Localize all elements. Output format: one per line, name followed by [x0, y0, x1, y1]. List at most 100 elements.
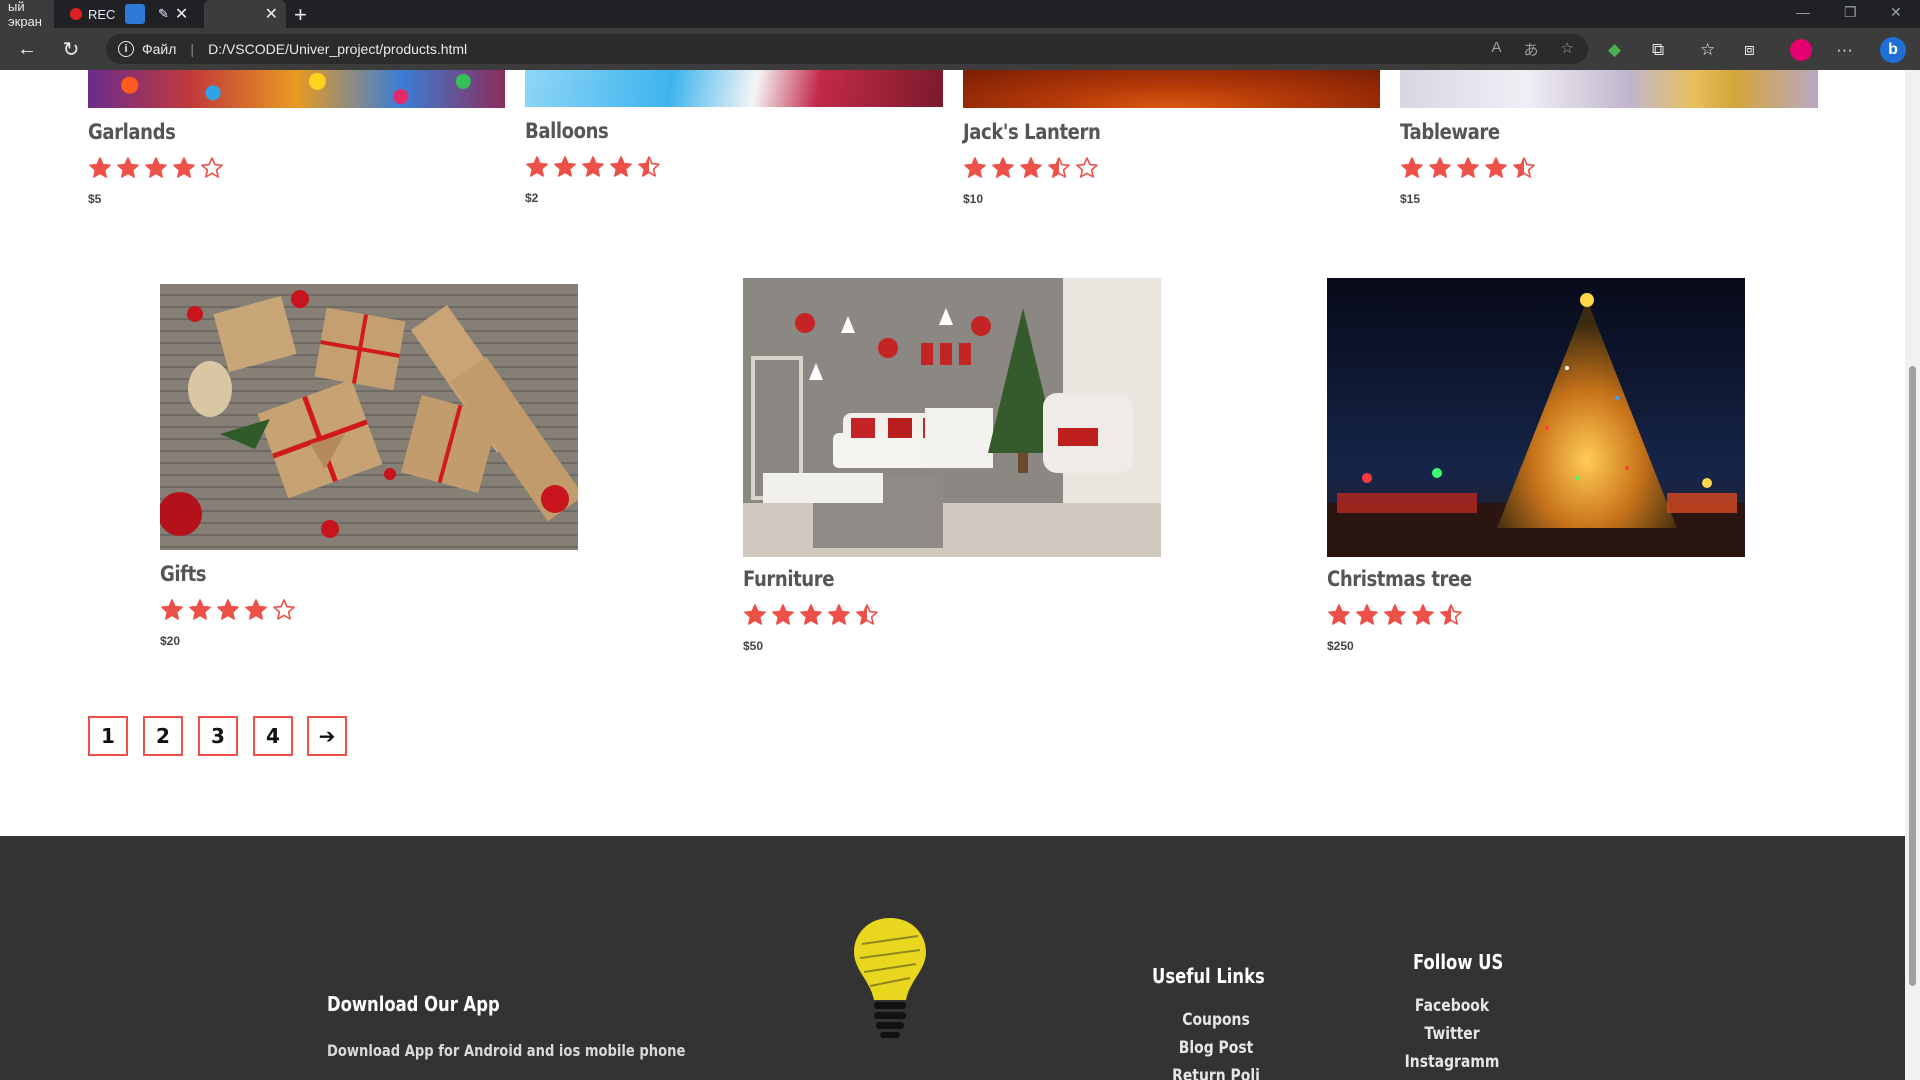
product-name[interactable]: Balloons	[525, 119, 609, 143]
blog-post-link[interactable]: Blog Post	[1167, 1038, 1265, 1058]
page-1-button[interactable]: 1	[88, 716, 128, 756]
product-price: $10	[963, 192, 984, 206]
star-full-icon	[964, 157, 986, 178]
page-scrollbar[interactable]	[1905, 70, 1920, 1080]
restore-icon[interactable]: ❐	[1844, 4, 1857, 21]
rating-stars	[88, 156, 224, 180]
star-full-icon	[245, 599, 267, 620]
tab-app[interactable]	[122, 0, 148, 28]
favorites-icon[interactable]: ☆	[1700, 40, 1715, 60]
tab-label: ый экран	[8, 0, 42, 29]
back-icon[interactable]: ←	[14, 36, 40, 62]
window-close-icon[interactable]: ✕	[1890, 4, 1902, 21]
rating-stars	[160, 598, 296, 622]
star-full-icon	[1485, 157, 1507, 178]
jacks-lantern-image[interactable]	[963, 70, 1380, 108]
translate-icon[interactable]: あ	[1524, 39, 1539, 60]
download-app-text: Download App for Android and ios mobile …	[327, 1041, 686, 1060]
star-full-icon	[1384, 604, 1406, 625]
furniture-illustration	[743, 278, 1161, 557]
url-text[interactable]: D:/VSCODE/Univer_project/products.html	[208, 41, 467, 57]
product-price: $20	[160, 634, 181, 648]
star-full-icon	[582, 156, 604, 177]
star-full-icon	[117, 157, 139, 178]
useful-links-title: Useful Links	[1152, 964, 1265, 988]
bing-icon[interactable]: b	[1880, 37, 1906, 63]
star-full-icon	[189, 599, 211, 620]
star-half-icon	[1440, 604, 1462, 625]
more-icon[interactable]: ···	[1836, 40, 1853, 60]
page-2-button[interactable]: 2	[143, 716, 183, 756]
product-name[interactable]: Garlands	[88, 120, 176, 144]
close-tab-icon[interactable]: ✕	[265, 4, 278, 24]
app-icon	[125, 4, 145, 24]
read-aloud-icon[interactable]: A	[1492, 39, 1502, 60]
return-policy-link[interactable]: Return Poli	[1167, 1066, 1265, 1080]
coupons-link[interactable]: Coupons	[1167, 1010, 1265, 1030]
product-price: $5	[88, 192, 102, 206]
star-full-icon	[145, 157, 167, 178]
address-bar[interactable]: i Файл | D:/VSCODE/Univer_project/produc…	[106, 34, 1588, 64]
page-4-button[interactable]: 4	[253, 716, 293, 756]
product-name[interactable]: Furniture	[743, 567, 834, 591]
favorite-star-icon[interactable]: ☆	[1561, 39, 1574, 60]
profile-avatar[interactable]	[1790, 39, 1812, 61]
product-name[interactable]: Jack's Lantern	[963, 120, 1101, 144]
star-full-icon	[1412, 604, 1434, 625]
close-icon[interactable]: ✕	[175, 4, 188, 24]
twitter-link[interactable]: Twitter	[1403, 1024, 1501, 1044]
new-tab-button[interactable]: +	[294, 2, 307, 28]
star-empty-icon	[1076, 157, 1098, 178]
tab-draw[interactable]: ✎ ✕	[150, 0, 196, 28]
facebook-link[interactable]: Facebook	[1403, 996, 1501, 1016]
star-empty-icon	[273, 599, 295, 620]
product-name[interactable]: Tableware	[1400, 120, 1500, 144]
minimize-icon[interactable]: —	[1796, 4, 1810, 20]
tab-screen[interactable]: ый экран	[0, 0, 54, 29]
star-empty-icon	[201, 157, 223, 178]
rating-stars	[963, 156, 1099, 180]
product-name[interactable]: Christmas tree	[1327, 567, 1472, 591]
browser-tab-strip: ый экран REC ✎ ✕ ✕ + — ❐ ✕	[0, 0, 1920, 29]
star-full-icon	[1429, 157, 1451, 178]
garlands-image[interactable]	[88, 70, 505, 108]
star-full-icon	[1020, 157, 1042, 178]
rating-stars	[743, 603, 879, 627]
star-full-icon	[173, 157, 195, 178]
file-label: Файл	[142, 41, 177, 57]
star-full-icon	[89, 157, 111, 178]
collections-icon[interactable]: ⧈	[1744, 40, 1755, 60]
gifts-image[interactable]	[160, 284, 578, 550]
balloons-image[interactable]	[525, 70, 943, 107]
footer: Download Our App Download App for Androi…	[0, 836, 1905, 1080]
christmas-tree-image[interactable]	[1327, 278, 1745, 557]
refresh-icon[interactable]: ↻	[58, 36, 84, 62]
product-price: $50	[743, 639, 764, 653]
next-page-arrow-icon[interactable]: ➔	[307, 716, 347, 756]
product-name[interactable]: Gifts	[160, 562, 207, 586]
extension-icon[interactable]: ◆	[1608, 40, 1621, 60]
lightbulb-icon	[854, 918, 926, 1038]
star-half-icon	[1048, 157, 1070, 178]
instagram-link[interactable]: Instagramm	[1403, 1052, 1501, 1072]
rating-stars	[1400, 156, 1536, 180]
rating-stars	[1327, 603, 1463, 627]
products-page: Garlands $5 Balloons $2 Jack's Lantern $…	[0, 70, 1905, 1080]
star-full-icon	[526, 156, 548, 177]
tab-rec[interactable]: REC	[62, 0, 123, 28]
info-icon[interactable]: i	[118, 41, 134, 57]
furniture-image[interactable]	[743, 278, 1161, 557]
tab-products[interactable]: ✕	[204, 0, 286, 28]
star-full-icon	[161, 599, 183, 620]
product-price: $2	[525, 191, 539, 205]
star-full-icon	[800, 604, 822, 625]
star-full-icon	[1401, 157, 1423, 178]
tableware-image[interactable]	[1400, 70, 1818, 108]
star-half-icon	[1513, 157, 1535, 178]
star-full-icon	[744, 604, 766, 625]
scrollbar-thumb[interactable]	[1909, 366, 1916, 986]
star-full-icon	[828, 604, 850, 625]
address-toolbar: ← ↻ i Файл | D:/VSCODE/Univer_project/pr…	[0, 28, 1920, 70]
page-3-button[interactable]: 3	[198, 716, 238, 756]
extensions-puzzle-icon[interactable]: ⧉	[1652, 40, 1664, 60]
